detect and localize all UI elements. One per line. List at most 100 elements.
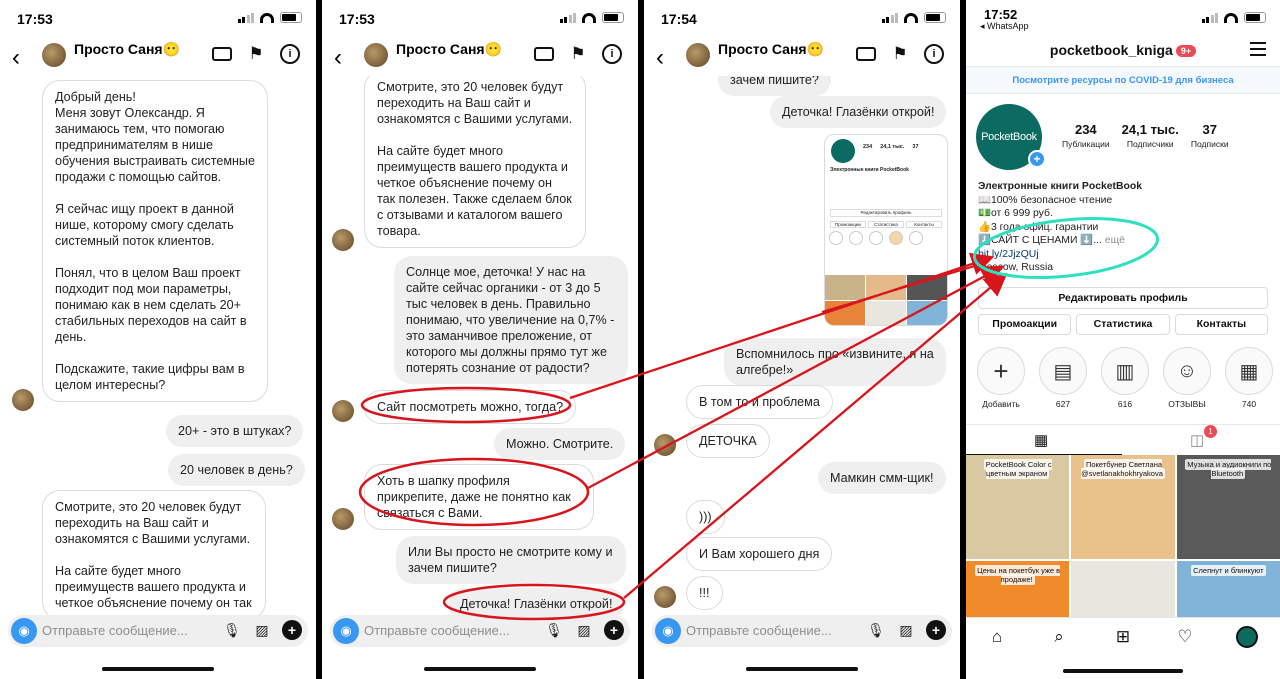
bio-link[interactable]: bit.ly/2JjzQUj [978,248,1268,262]
add-icon[interactable]: + [926,620,946,640]
avatar[interactable] [42,43,66,67]
chat-title[interactable]: Просто Саня😶 [74,41,180,58]
mini-logo [831,139,855,163]
stat-posts[interactable]: 234 Публикации [1062,122,1110,149]
add-icon[interactable]: + [282,620,302,640]
shared-screenshot[interactable]: 234 24,1 тыс. 37 Электронные книги Pocke… [824,134,948,326]
video-call-icon[interactable] [534,47,554,61]
signal-icon [1201,12,1218,23]
stat-following[interactable]: 37 Подписки [1191,122,1229,149]
highlight-item[interactable]: ▤ 627 [1036,347,1090,409]
flag-icon[interactable]: ⚑ [246,44,266,64]
bio-line: 👍3 года офиц. гарантии [978,221,1099,233]
message-text: Я сейчас ищу проект в данной нише, котор… [55,202,234,248]
info-icon[interactable]: i [924,44,944,64]
reader-icon: ▤ [1039,347,1087,395]
message-bubble: Смотрите, это 20 человек будут переходит… [42,490,266,615]
flag-icon[interactable]: ⚑ [890,44,910,64]
message-bubble: ))) [686,500,725,534]
contacts-button[interactable]: Контакты [1174,314,1268,335]
microphone-icon[interactable]: 🎙 [544,620,564,640]
stat-value: 37 [1202,122,1217,137]
home-indicator [746,667,858,671]
back-icon[interactable]: ‹ [12,44,20,72]
message-list[interactable]: Смотрите, это 20 человек будут переходит… [322,76,638,615]
post-thumbnail[interactable]: Покетбунер Светлана @svetlanakhokhryakov… [1071,455,1175,559]
wifi-icon [582,12,596,23]
info-icon[interactable]: i [280,44,300,64]
insights-button[interactable]: Статистика [1076,314,1170,335]
message-input[interactable]: Отправьте сообщение... [686,623,832,638]
post-thumbnail[interactable]: PocketBook Color с цветным экраном [966,455,1070,559]
post-caption: Цены на покетбук уже в продаже! [975,565,1061,585]
home-indicator [102,667,214,671]
profile-username[interactable]: pocketbook_kniga 9+ [966,42,1280,58]
highlight-label: Добавить [982,399,1020,409]
message-bubble: Мамкин смм-щик! [818,462,946,494]
message-bubble: Вспомнилось про «извините, я на алгебре!… [724,338,946,386]
stat-label: Подписчики [1126,139,1174,149]
add-icon[interactable]: + [604,620,624,640]
back-to-app-link[interactable]: ◂ WhatsApp [980,21,1029,32]
gallery-icon[interactable]: ▨ [896,620,916,640]
avatar[interactable] [686,43,710,67]
grid-tab-icon[interactable]: ▦ [1034,431,1048,449]
stat-followers[interactable]: 24,1 тыс. Подписчики [1122,122,1179,149]
promotions-button[interactable]: Промоакции [978,314,1072,335]
highlight-label: ОТЗЫВЫ [1168,399,1206,409]
flag-icon[interactable]: ⚑ [568,44,588,64]
camera-icon[interactable]: ◉ [333,618,359,644]
battery-icon [924,12,946,23]
home-icon[interactable]: ⌂ [986,626,1008,648]
back-icon[interactable]: ‹ [334,44,342,72]
message-composer[interactable]: ◉ Отправьте сообщение... 🎙 ▨ + [8,615,308,647]
highlight-label: 627 [1055,399,1071,409]
menu-icon[interactable] [1250,42,1266,56]
message-text: Смотрите, это 20 человек будут переходит… [55,500,251,546]
mini-bio: Электронные книги PocketBook [830,167,909,173]
highlight-item[interactable]: ▥ 616 [1098,347,1152,409]
search-icon[interactable]: ⌕ [1048,626,1070,648]
tagged-tab-icon[interactable]: ◫ [1190,431,1204,449]
video-call-icon[interactable] [856,47,876,61]
gallery-icon[interactable]: ▨ [574,620,594,640]
message-input[interactable]: Отправьте сообщение... [42,623,188,638]
message-text: На сайте будет много преимуществ вашего … [55,564,252,610]
microphone-icon[interactable]: 🎙 [222,620,242,640]
avatar[interactable] [364,43,388,67]
post-thumbnail[interactable]: Музыка и аудиокниги по Bluetooth [1176,455,1280,559]
message-composer[interactable]: ◉ Отправьте сообщение... 🎙 ▨ + [330,615,630,647]
wifi-icon [904,12,918,23]
camera-icon[interactable]: ◉ [11,618,37,644]
back-icon[interactable]: ‹ [656,44,664,72]
chat-title[interactable]: Просто Саня😶 [396,41,502,58]
message-text: Хоть в шапку профиля прикрепите, даже не… [377,474,571,520]
message-list[interactable]: зачем пишите? Деточка! Глазёнки открой! … [644,76,960,615]
message-input[interactable]: Отправьте сообщение... [364,623,510,638]
gallery-icon[interactable]: ▨ [252,620,272,640]
highlight-item[interactable]: ☺ ОТЗЫВЫ [1160,347,1214,409]
bio-cta-line: ⬇️САЙТ С ЦЕНАМИ ⬇️... ещё [978,234,1268,248]
sender-avatar [332,508,354,530]
message-bubble: зачем пишите? [718,76,831,96]
highlight-add[interactable]: + Добавить [974,347,1028,409]
chat-screen-1: 17:53 ‹ Просто Саня😶 ⚑ i Добрый день! Ме… [0,0,316,679]
message-list[interactable]: Добрый день! Меня зовут Олександр. Я зан… [0,76,316,615]
message-composer[interactable]: ◉ Отправьте сообщение... 🎙 ▨ + [652,615,952,647]
edit-profile-button[interactable]: Редактировать профиль [978,287,1268,309]
profile-tab-avatar[interactable] [1236,626,1258,648]
bio-line: 💵от 6 999 руб. [978,208,1053,219]
microphone-icon[interactable]: 🎙 [866,620,886,640]
info-icon[interactable]: i [602,44,622,64]
highlight-item[interactable]: ▦ 740 [1222,347,1276,409]
camera-icon[interactable]: ◉ [655,618,681,644]
highlight-label: 616 [1117,399,1133,409]
heart-icon[interactable]: ♡ [1174,626,1196,648]
chat-title[interactable]: Просто Саня😶 [718,41,824,58]
bio-more-link[interactable]: ещё [1105,235,1125,246]
video-call-icon[interactable] [212,47,232,61]
covid-banner[interactable]: Посмотрите ресурсы по COVID-19 для бизне… [966,66,1280,94]
new-post-icon[interactable]: ⊞ [1112,626,1134,648]
add-story-icon[interactable]: + [1028,150,1046,168]
signal-icon [559,12,576,23]
